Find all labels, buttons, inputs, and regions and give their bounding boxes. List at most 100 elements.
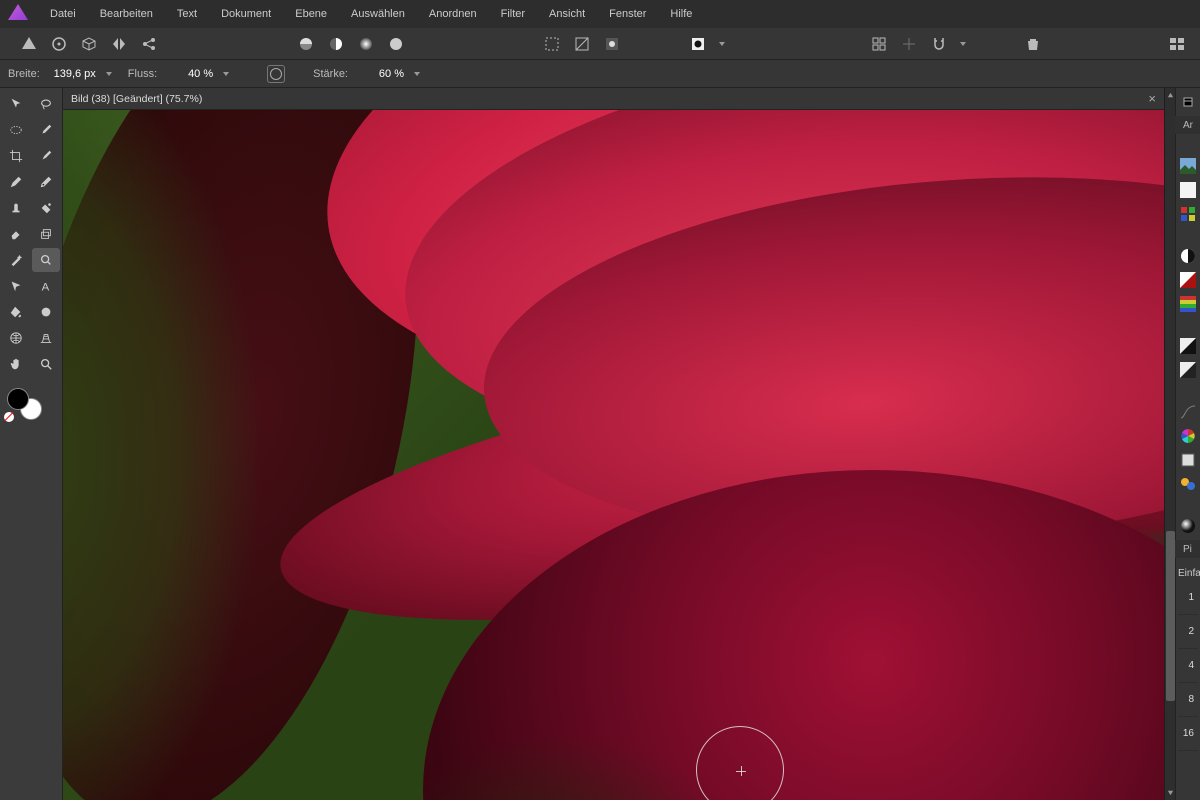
- menu-document[interactable]: Dokument: [209, 2, 283, 26]
- brush-row[interactable]: 8: [1188, 694, 1194, 705]
- dodge-tool[interactable]: [32, 248, 60, 272]
- brush-row[interactable]: 4: [1188, 660, 1194, 671]
- panels-toggle-icon[interactable]: [1164, 31, 1190, 57]
- menu-help[interactable]: Hilfe: [658, 2, 704, 26]
- target-icon[interactable]: [46, 31, 72, 57]
- brush-preview-icon[interactable]: [267, 65, 285, 83]
- dropdown-icon[interactable]: [960, 42, 966, 46]
- brush-row[interactable]: 2: [1188, 626, 1194, 637]
- expand-panel-icon[interactable]: [1178, 92, 1198, 112]
- adj-squares-icon[interactable]: [1178, 204, 1198, 224]
- menu-edit[interactable]: Bearbeiten: [88, 2, 165, 26]
- sphere-c-icon[interactable]: [353, 31, 379, 57]
- fluss-input[interactable]: [163, 68, 213, 80]
- flip-h-icon[interactable]: [106, 31, 132, 57]
- adj-curve-icon[interactable]: [1178, 402, 1198, 422]
- stamp-tool[interactable]: [2, 196, 30, 220]
- menu-layer[interactable]: Ebene: [283, 2, 339, 26]
- document-tab-title: Bild (38) [Geändert] (75.7%): [71, 93, 202, 105]
- adj-contrast-icon[interactable]: [1178, 246, 1198, 266]
- app-logo-icon: [8, 4, 28, 24]
- text-tool[interactable]: A: [32, 274, 60, 298]
- cube-icon[interactable]: [76, 31, 102, 57]
- hand-tool[interactable]: [2, 352, 30, 376]
- adj-diag-light-icon[interactable]: [1178, 360, 1198, 380]
- menu-view[interactable]: Ansicht: [537, 2, 597, 26]
- adj-sphere-icon[interactable]: [1178, 516, 1198, 536]
- sphere-b-icon[interactable]: [323, 31, 349, 57]
- perspective-tool[interactable]: [32, 326, 60, 350]
- sphere-a-icon[interactable]: [293, 31, 319, 57]
- eyedropper-tool[interactable]: [32, 144, 60, 168]
- pencil-tool[interactable]: [2, 170, 30, 194]
- diagonal-icon[interactable]: [569, 31, 595, 57]
- scroll-thumb[interactable]: [1166, 531, 1175, 701]
- snap-off-icon[interactable]: [896, 31, 922, 57]
- clone-tool[interactable]: [32, 222, 60, 246]
- brush-row[interactable]: 16: [1183, 728, 1194, 739]
- trash-icon[interactable]: [1020, 31, 1046, 57]
- crop-tool[interactable]: [2, 144, 30, 168]
- eraser-tool[interactable]: [2, 222, 30, 246]
- fluss-label: Fluss:: [128, 68, 157, 80]
- mask-bw-icon[interactable]: [685, 31, 711, 57]
- menu-arrange[interactable]: Anordnen: [417, 2, 489, 26]
- adj-box-icon[interactable]: [1178, 450, 1198, 470]
- grid-snap-icon[interactable]: [866, 31, 892, 57]
- close-tab-icon[interactable]: ×: [1148, 91, 1164, 106]
- context-toolbar: Breite: Fluss: Stärke:: [0, 60, 1200, 88]
- fill-tool[interactable]: [2, 300, 30, 324]
- adj-diag-dark-icon[interactable]: [1178, 336, 1198, 356]
- adj-white-icon[interactable]: [1178, 180, 1198, 200]
- wand-tool[interactable]: [2, 248, 30, 272]
- document-area: Bild (38) [Geändert] (75.7%) ×: [63, 88, 1164, 800]
- vertical-scrollbar[interactable]: [1164, 88, 1175, 800]
- gradient-tool[interactable]: [32, 300, 60, 324]
- staerke-label: Stärke:: [313, 68, 348, 80]
- move-tool[interactable]: [2, 92, 30, 116]
- document-tabbar: Bild (38) [Geändert] (75.7%) ×: [63, 88, 1164, 110]
- canvas-viewport[interactable]: [63, 110, 1164, 800]
- sphere-d-icon[interactable]: [383, 31, 409, 57]
- quickmask-icon[interactable]: [599, 31, 625, 57]
- adj-swap-icon[interactable]: [1178, 474, 1198, 494]
- ellipse-marquee-tool[interactable]: [2, 118, 30, 142]
- dropdown-icon[interactable]: [719, 42, 725, 46]
- brush-row[interactable]: 1: [1188, 592, 1194, 603]
- scroll-down-icon[interactable]: [1167, 789, 1174, 796]
- staerke-input[interactable]: [354, 68, 404, 80]
- pen-tool[interactable]: [2, 274, 30, 298]
- document-tab[interactable]: Bild (38) [Geändert] (75.7%): [71, 93, 202, 105]
- marquee-icon[interactable]: [539, 31, 565, 57]
- breite-input[interactable]: [46, 68, 96, 80]
- panel-tab-pi[interactable]: Pi: [1179, 542, 1196, 557]
- scroll-track[interactable]: [1165, 101, 1176, 787]
- no-color-icon[interactable]: [4, 412, 14, 422]
- lasso-tool[interactable]: [32, 92, 60, 116]
- dropdown-icon[interactable]: [106, 72, 112, 76]
- dropdown-icon[interactable]: [414, 72, 420, 76]
- foreground-color[interactable]: [7, 388, 29, 410]
- menu-bar: Datei Bearbeiten Text Dokument Ebene Aus…: [0, 0, 1200, 28]
- adj-stripes-icon[interactable]: [1178, 294, 1198, 314]
- adj-landscape-icon[interactable]: [1178, 156, 1198, 176]
- mesh-tool[interactable]: [2, 326, 30, 350]
- adj-colorwheel-icon[interactable]: [1178, 426, 1198, 446]
- brush-tool[interactable]: [32, 118, 60, 142]
- dropdown-icon[interactable]: [223, 72, 229, 76]
- menu-filter[interactable]: Filter: [489, 2, 537, 26]
- color-swatch[interactable]: [2, 388, 60, 426]
- healing-tool[interactable]: [32, 170, 60, 194]
- panel-tab-ar[interactable]: Ar: [1179, 118, 1197, 133]
- zoom-tool[interactable]: [32, 352, 60, 376]
- scroll-up-icon[interactable]: [1167, 92, 1174, 99]
- share-icon[interactable]: [136, 31, 162, 57]
- menu-text[interactable]: Text: [165, 2, 209, 26]
- menu-window[interactable]: Fenster: [597, 2, 658, 26]
- magnet-icon[interactable]: [926, 31, 952, 57]
- menu-select[interactable]: Auswählen: [339, 2, 417, 26]
- adj-red-grad-icon[interactable]: [1178, 270, 1198, 290]
- persona-photo-icon[interactable]: [16, 31, 42, 57]
- menu-file[interactable]: Datei: [38, 2, 88, 26]
- inpaint-tool[interactable]: [32, 196, 60, 220]
